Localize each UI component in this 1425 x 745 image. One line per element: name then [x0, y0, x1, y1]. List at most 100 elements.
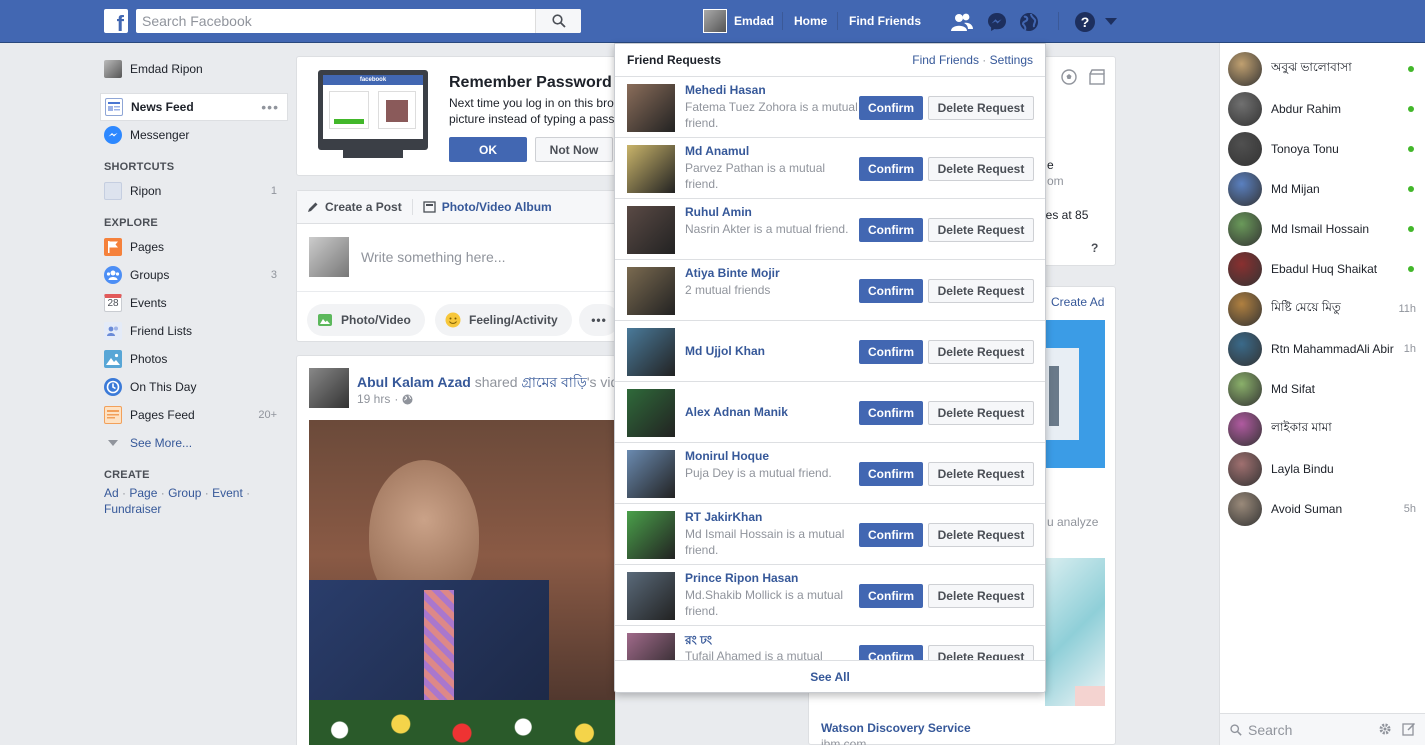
see-more-link[interactable]: See More... — [100, 429, 288, 457]
ad-title-link[interactable]: Watson Discovery Service — [821, 721, 971, 735]
ad-image[interactable] — [1045, 558, 1105, 706]
chat-contact[interactable]: Layla Bindu — [1228, 451, 1418, 487]
avatar[interactable] — [627, 450, 675, 498]
chat-contact[interactable]: Avoid Suman 5h — [1228, 491, 1418, 527]
gear-icon[interactable] — [1378, 722, 1392, 739]
create-page-link[interactable]: Page — [129, 486, 157, 500]
confirm-button[interactable]: Confirm — [859, 279, 923, 303]
tab-photo-album[interactable]: Photo/Video Album — [423, 200, 552, 214]
help-icon[interactable]: ? — [1091, 241, 1098, 255]
requester-name-link[interactable]: Ruhul Amin — [685, 205, 752, 219]
confirm-button[interactable]: Confirm — [859, 462, 923, 486]
requester-name-link[interactable]: Atiya Binte Mojir — [685, 266, 780, 280]
requester-name-link[interactable]: Md Anamul — [685, 144, 749, 158]
help-icon[interactable]: ? — [1073, 10, 1097, 34]
ok-button[interactable]: OK — [449, 137, 527, 162]
photo-video-button[interactable]: Photo/Video — [307, 304, 425, 336]
post-timestamp[interactable]: 19 hrs · — [357, 392, 413, 406]
delete-request-button[interactable]: Delete Request — [928, 523, 1034, 547]
sidebar-item-pages-feed[interactable]: Pages Feed 20+ — [100, 401, 288, 429]
composer-input[interactable]: Write something here... — [361, 249, 505, 265]
delete-request-button[interactable]: Delete Request — [928, 462, 1034, 486]
sidebar-item-on-this-day[interactable]: On This Day — [100, 373, 288, 401]
shared-page-link[interactable]: গ্রামের বাড়ি — [521, 374, 586, 390]
video-player[interactable] — [309, 420, 615, 745]
avatar[interactable] — [627, 328, 675, 376]
sidebar-item-news-feed[interactable]: News Feed ••• — [100, 93, 288, 121]
home-link[interactable]: Home — [794, 14, 827, 28]
create-event-link[interactable]: Event — [212, 486, 243, 500]
chat-contact[interactable]: Md Mijan — [1228, 171, 1418, 207]
delete-request-button[interactable]: Delete Request — [928, 584, 1034, 608]
dropdown-arrow-icon[interactable] — [1099, 10, 1123, 34]
create-fundraiser-link[interactable]: Fundraiser — [104, 502, 161, 516]
messenger-icon[interactable] — [985, 10, 1009, 34]
compose-icon[interactable] — [1402, 722, 1416, 739]
chat-contact[interactable]: অবুঝ ভালোবাসা — [1228, 51, 1418, 87]
sidebar-item-events[interactable]: 28 Events — [100, 289, 288, 317]
requester-name-link[interactable]: Alex Adnan Manik — [685, 405, 788, 419]
sidebar-item-photos[interactable]: Photos — [100, 345, 288, 373]
avatar[interactable] — [627, 633, 675, 660]
avatar[interactable] — [627, 84, 675, 132]
find-friends-link[interactable]: Find Friends — [849, 14, 921, 28]
confirm-button[interactable]: Confirm — [859, 645, 923, 660]
sidebar-item-pages[interactable]: Pages — [100, 233, 288, 261]
profile-link[interactable]: Emdad — [703, 9, 774, 33]
clapperboard-icon[interactable] — [1089, 69, 1105, 88]
requester-name-link[interactable]: RT JakirKhan — [685, 510, 762, 524]
confirm-button[interactable]: Confirm — [859, 584, 923, 608]
requester-name-link[interactable]: Monirul Hoque — [685, 449, 769, 463]
more-options-icon[interactable]: ••• — [261, 99, 279, 115]
delete-request-button[interactable]: Delete Request — [928, 279, 1034, 303]
confirm-button[interactable]: Confirm — [859, 157, 923, 181]
confirm-button[interactable]: Confirm — [859, 96, 923, 120]
delete-request-button[interactable]: Delete Request — [928, 218, 1034, 242]
chat-contact[interactable]: লাইকার মামা — [1228, 411, 1418, 447]
avatar[interactable] — [627, 511, 675, 559]
requester-name-link[interactable]: Prince Ripon Hasan — [685, 571, 798, 585]
sidebar-item-messenger[interactable]: Messenger — [100, 121, 288, 149]
sidebar-item-friend-lists[interactable]: Friend Lists — [100, 317, 288, 345]
soccer-ball-icon[interactable] — [1061, 69, 1077, 88]
delete-request-button[interactable]: Delete Request — [928, 96, 1034, 120]
avatar[interactable] — [627, 389, 675, 437]
tab-create-post[interactable]: Create a Post — [307, 200, 402, 214]
delete-request-button[interactable]: Delete Request — [928, 645, 1034, 660]
chat-contact[interactable]: Abdur Rahim — [1228, 91, 1418, 127]
delete-request-button[interactable]: Delete Request — [928, 157, 1034, 181]
sidebar-item-groups[interactable]: Groups 3 — [100, 261, 288, 289]
chat-contact[interactable]: Tonoya Tonu — [1228, 131, 1418, 167]
create-ad-link[interactable]: Create Ad — [1051, 295, 1104, 309]
chat-search-bar[interactable]: Search — [1220, 713, 1425, 745]
avatar[interactable] — [627, 206, 675, 254]
feeling-activity-button[interactable]: Feeling/Activity — [435, 304, 572, 336]
confirm-button[interactable]: Confirm — [859, 218, 923, 242]
avatar[interactable] — [627, 267, 675, 315]
chat-contact[interactable]: Ebadul Huq Shaikat — [1228, 251, 1418, 287]
chat-contact[interactable]: Md Ismail Hossain — [1228, 211, 1418, 247]
more-options-icon[interactable]: ••• — [579, 304, 619, 336]
avatar[interactable] — [627, 145, 675, 193]
requester-name-link[interactable]: Md Ujjol Khan — [685, 344, 765, 358]
settings-link[interactable]: Settings — [990, 53, 1033, 67]
avatar[interactable] — [309, 368, 349, 408]
ad-image[interactable] — [1045, 320, 1105, 468]
chat-search-input[interactable]: Search — [1248, 722, 1292, 738]
delete-request-button[interactable]: Delete Request — [928, 401, 1034, 425]
find-friends-link[interactable]: Find Friends — [912, 53, 979, 67]
confirm-button[interactable]: Confirm — [859, 340, 923, 364]
search-input[interactable] — [136, 9, 536, 33]
sidebar-item-ripon[interactable]: Ripon 1 — [100, 177, 288, 205]
facebook-logo-icon[interactable]: f — [104, 9, 128, 33]
not-now-button[interactable]: Not Now — [535, 137, 613, 162]
confirm-button[interactable]: Confirm — [859, 523, 923, 547]
globe-icon[interactable] — [1017, 10, 1041, 34]
chat-contact[interactable]: মিষ্টি মেয়ে মিতু 11h — [1228, 291, 1418, 327]
search-button[interactable] — [535, 9, 581, 33]
create-group-link[interactable]: Group — [168, 486, 201, 500]
sidebar-item-profile[interactable]: Emdad Ripon — [100, 55, 288, 83]
delete-request-button[interactable]: Delete Request — [928, 340, 1034, 364]
avatar[interactable] — [627, 572, 675, 620]
chat-contact[interactable]: Rtn MahammadAli Abir 1h — [1228, 331, 1418, 367]
